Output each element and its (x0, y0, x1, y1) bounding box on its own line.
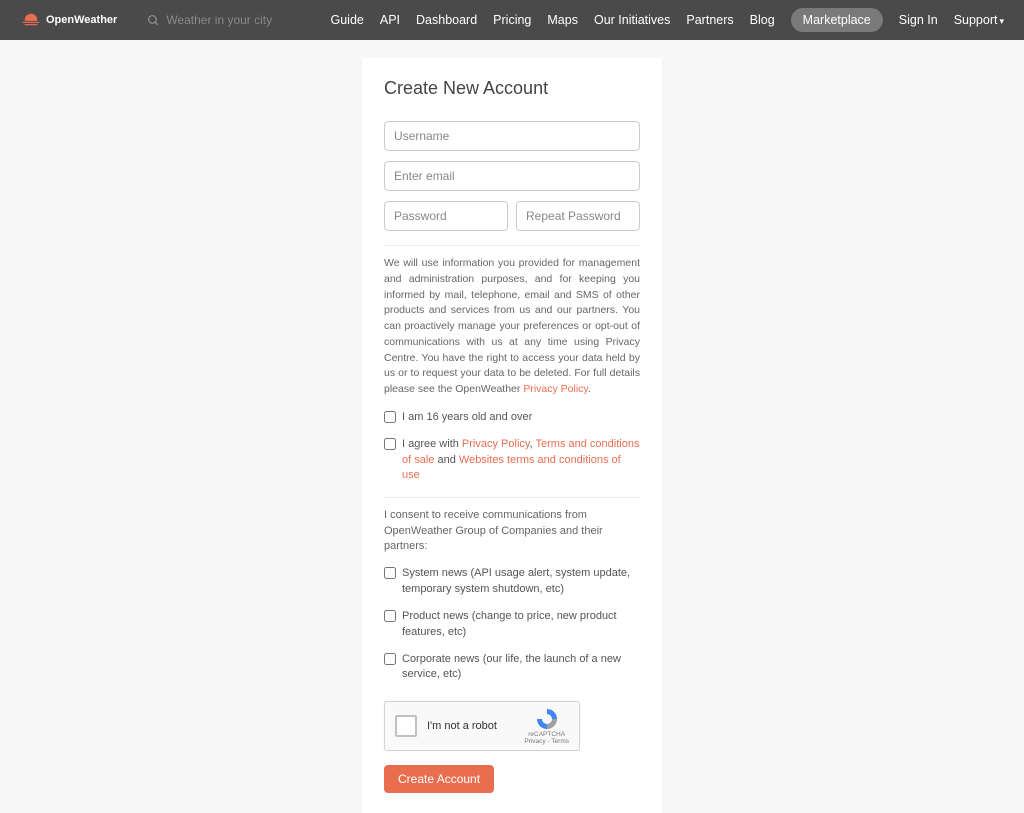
privacy-info-text: We will use information you provided for… (384, 256, 640, 398)
nav-partners[interactable]: Partners (686, 13, 733, 27)
agree-pre: I agree with (402, 438, 462, 450)
email-field[interactable] (384, 161, 640, 191)
brand-name: OpenWeather (46, 14, 117, 26)
page-title: Create New Account (384, 78, 640, 99)
nav-blog[interactable]: Blog (750, 13, 775, 27)
privacy-policy-link[interactable]: Privacy Policy (523, 383, 588, 395)
nav-marketplace[interactable]: Marketplace (791, 8, 883, 32)
nav-api[interactable]: API (380, 13, 400, 27)
nav-our-initiatives[interactable]: Our Initiatives (594, 13, 670, 27)
recaptcha-widget: I'm not a robot reCAPTCHA Privacy - Term… (384, 701, 580, 751)
corporate-news-label: Corporate news (our life, the launch of … (402, 652, 640, 683)
nav-signin[interactable]: Sign In (899, 13, 938, 27)
nav-dashboard[interactable]: Dashboard (416, 13, 477, 27)
privacy-info-post: . (588, 383, 591, 395)
corporate-news-checkbox[interactable] (384, 653, 396, 665)
brand-logo[interactable]: OpenWeather (20, 11, 117, 29)
signup-card: Create New Account We will use informati… (362, 58, 662, 813)
recaptcha-brand-text: reCAPTCHA (528, 731, 565, 738)
recaptcha-checkbox[interactable] (395, 715, 417, 737)
nav-guide[interactable]: Guide (331, 13, 364, 27)
nav-pricing[interactable]: Pricing (493, 13, 531, 27)
topbar: OpenWeather Guide API Dashboard Pricing … (0, 0, 1024, 40)
system-news-label: System news (API usage alert, system upd… (402, 566, 640, 597)
recaptcha-label: I'm not a robot (427, 720, 524, 732)
password-field[interactable] (384, 201, 508, 231)
agree-sep2: and (434, 454, 458, 466)
search-wrap (147, 13, 330, 27)
system-news-checkbox[interactable] (384, 567, 396, 579)
consent-heading: I consent to receive communications from… (384, 508, 640, 554)
product-news-label: Product news (change to price, new produ… (402, 609, 640, 640)
agree-label: I agree with Privacy Policy, Terms and c… (402, 437, 640, 483)
recaptcha-branding: reCAPTCHA Privacy - Terms (524, 707, 569, 745)
recaptcha-terms-text: Privacy - Terms (524, 738, 569, 745)
username-field[interactable] (384, 121, 640, 151)
create-account-button[interactable]: Create Account (384, 765, 494, 793)
age-checkbox[interactable] (384, 411, 396, 423)
repeat-password-field[interactable] (516, 201, 640, 231)
nav-maps[interactable]: Maps (547, 13, 578, 27)
divider-2 (384, 497, 640, 498)
main-nav: Guide API Dashboard Pricing Maps Our Ini… (331, 8, 1005, 32)
agree-privacy-link[interactable]: Privacy Policy (462, 438, 530, 450)
openweather-logo-icon (20, 11, 42, 29)
divider (384, 245, 640, 246)
recaptcha-icon (535, 707, 559, 731)
search-icon (147, 14, 160, 27)
agree-checkbox[interactable] (384, 438, 396, 450)
product-news-checkbox[interactable] (384, 610, 396, 622)
page-body: Create New Account We will use informati… (0, 40, 1024, 813)
age-label: I am 16 years old and over (402, 410, 640, 425)
search-input[interactable] (166, 13, 326, 27)
privacy-info-pre: We will use information you provided for… (384, 257, 640, 395)
nav-support[interactable]: Support (954, 13, 1004, 27)
